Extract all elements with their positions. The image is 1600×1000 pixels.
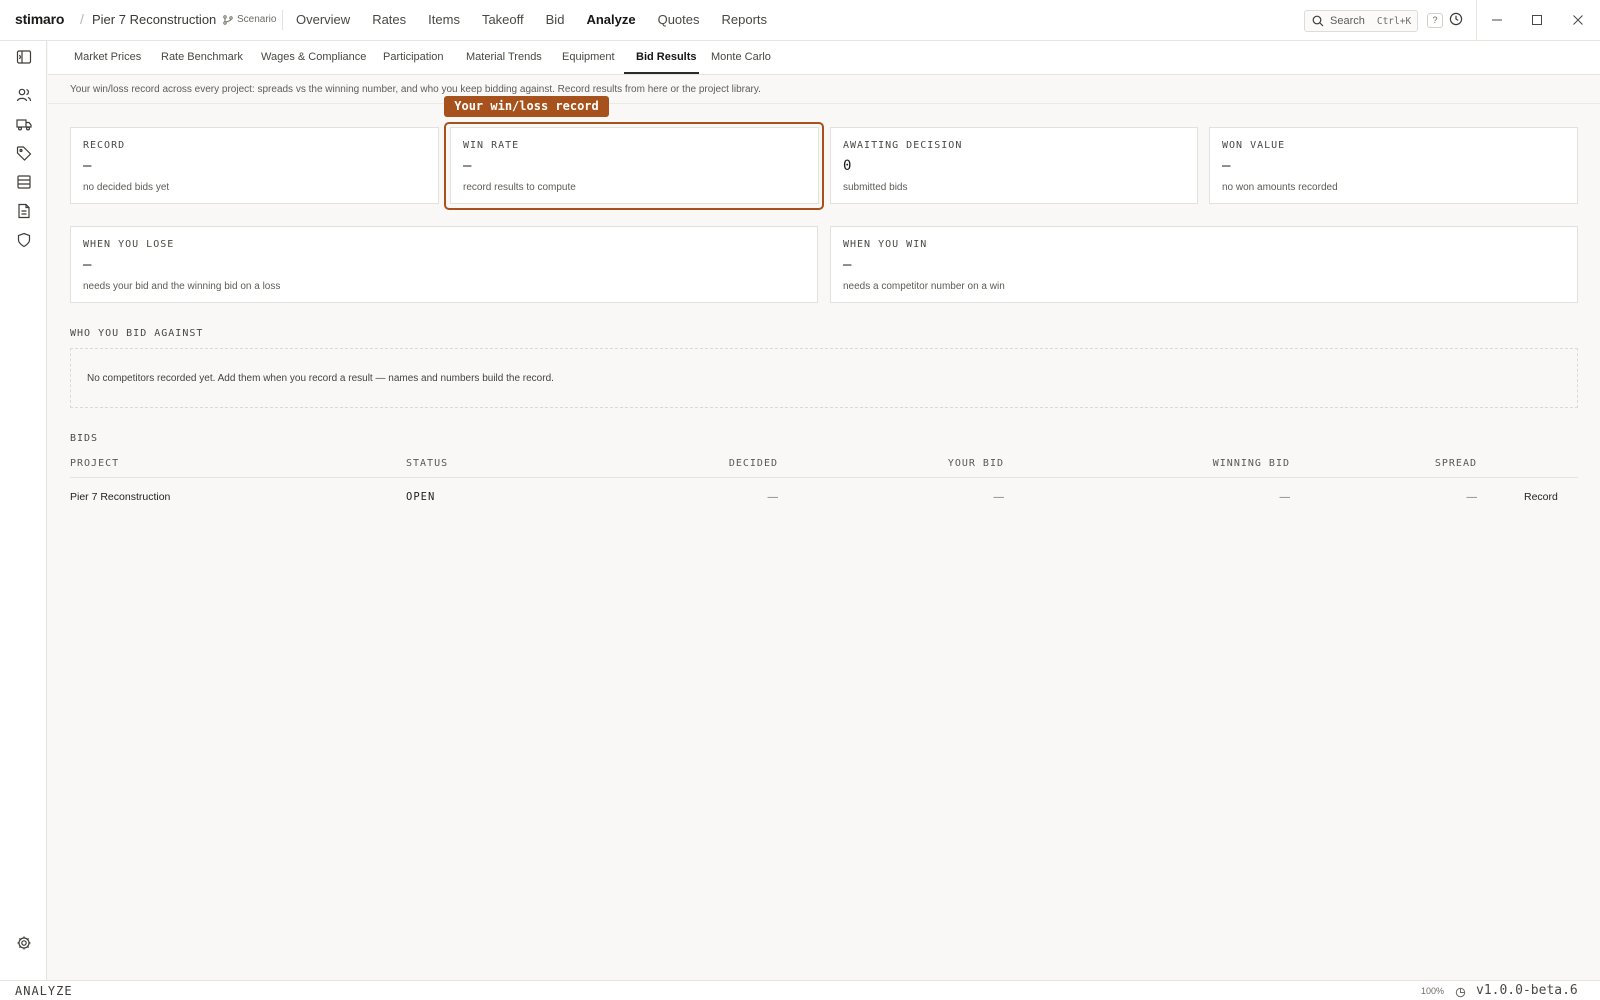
tab-market-prices[interactable]: Market Prices bbox=[74, 51, 141, 63]
nav-overview[interactable]: Overview bbox=[296, 12, 350, 27]
column-header-winning-bid[interactable]: WINNING BID bbox=[1170, 458, 1290, 469]
column-header-spread[interactable]: SPREAD bbox=[1380, 458, 1477, 469]
shield-icon[interactable] bbox=[15, 231, 33, 249]
stat-title: RECORD bbox=[83, 140, 126, 151]
mode-indicator: ANALYZE bbox=[15, 984, 73, 998]
truck-icon[interactable] bbox=[15, 115, 33, 133]
nav-reports[interactable]: Reports bbox=[722, 12, 768, 27]
spread-card-lose: WHEN YOU LOSE — needs your bid and the w… bbox=[70, 226, 818, 303]
title-bar: stimaro / Pier 7 Reconstruction Scenario… bbox=[0, 0, 1600, 41]
zoom-level[interactable]: 100% bbox=[1421, 986, 1444, 996]
sidebar-toggle-icon[interactable] bbox=[15, 48, 33, 66]
search-label: Search bbox=[1330, 15, 1365, 27]
column-header-project[interactable]: PROJECT bbox=[70, 458, 119, 469]
nav-rates[interactable]: Rates bbox=[372, 12, 406, 27]
breadcrumb-separator: / bbox=[80, 11, 84, 27]
column-header-your-bid[interactable]: YOUR BID bbox=[904, 458, 1004, 469]
stat-value: 0 bbox=[843, 158, 852, 174]
status-badge: OPEN bbox=[406, 491, 436, 503]
tab-bid-results[interactable]: Bid Results bbox=[636, 51, 697, 63]
help-button[interactable]: ? bbox=[1427, 13, 1443, 28]
divider bbox=[70, 477, 1578, 478]
tab-rate-benchmark[interactable]: Rate Benchmark bbox=[161, 51, 243, 63]
scenario-button[interactable]: Scenario bbox=[223, 14, 276, 25]
project-name[interactable]: Pier 7 Reconstruction bbox=[92, 12, 216, 27]
theme-toggle-icon[interactable] bbox=[1455, 985, 1466, 1000]
empty-message: No competitors recorded yet. Add them wh… bbox=[87, 373, 554, 384]
tour-callout: Your win/loss record bbox=[444, 96, 609, 117]
bids-heading: BIDS bbox=[70, 433, 99, 444]
cell-winning-bid: — bbox=[1279, 491, 1291, 503]
tag-icon[interactable] bbox=[15, 144, 33, 162]
nav-bid[interactable]: Bid bbox=[546, 12, 565, 27]
tab-material-trends[interactable]: Material Trends bbox=[466, 51, 542, 63]
column-header-status[interactable]: STATUS bbox=[406, 458, 448, 469]
stat-subtitle: submitted bids bbox=[843, 182, 908, 193]
cell-spread: — bbox=[1466, 491, 1478, 503]
cell-your-bid: — bbox=[993, 491, 1005, 503]
status-bar: ANALYZE 100% v1.0.0-beta.6 bbox=[0, 980, 1600, 1000]
stat-value: — bbox=[83, 158, 92, 174]
cell-decided: — bbox=[767, 491, 779, 503]
history-icon[interactable] bbox=[1449, 12, 1463, 31]
nav-quotes[interactable]: Quotes bbox=[658, 12, 700, 27]
nav-takeoff[interactable]: Takeoff bbox=[482, 12, 524, 27]
active-tab-indicator bbox=[624, 72, 699, 74]
spread-subtitle: needs a competitor number on a win bbox=[843, 281, 1005, 292]
app-logo[interactable]: stimaro bbox=[15, 11, 64, 27]
spread-title: WHEN YOU LOSE bbox=[83, 239, 175, 250]
competitors-empty-state: No competitors recorded yet. Add them wh… bbox=[70, 348, 1578, 408]
stat-card-won-value: WON VALUE — no won amounts recorded bbox=[1209, 127, 1578, 204]
column-header-decided[interactable]: DECIDED bbox=[680, 458, 778, 469]
search-icon bbox=[1312, 15, 1324, 27]
stat-title: AWAITING DECISION bbox=[843, 140, 963, 151]
scenario-label: Scenario bbox=[237, 14, 277, 25]
record-result-button[interactable]: Record bbox=[1524, 491, 1558, 503]
tab-monte-carlo[interactable]: Monte Carlo bbox=[711, 51, 771, 63]
competitors-heading: WHO YOU BID AGAINST bbox=[70, 328, 204, 339]
main-nav: Overview Rates Items Takeoff Bid Analyze… bbox=[296, 12, 789, 27]
gear-icon[interactable] bbox=[15, 934, 33, 952]
spread-card-win: WHEN YOU WIN — needs a competitor number… bbox=[830, 226, 1578, 303]
spread-value: — bbox=[843, 257, 852, 273]
stat-card-record: RECORD — no decided bids yet bbox=[70, 127, 439, 204]
divider bbox=[1476, 0, 1477, 41]
left-rail bbox=[0, 41, 47, 980]
nav-analyze[interactable]: Analyze bbox=[586, 12, 635, 27]
divider bbox=[48, 103, 1600, 104]
maximize-icon[interactable] bbox=[1529, 12, 1545, 28]
close-icon[interactable] bbox=[1570, 12, 1586, 28]
spread-subtitle: needs your bid and the winning bid on a … bbox=[83, 281, 281, 292]
stat-subtitle: no decided bids yet bbox=[83, 182, 170, 193]
analyze-subtabs: Market Prices Rate Benchmark Wages & Com… bbox=[48, 41, 1600, 75]
nav-items[interactable]: Items bbox=[428, 12, 460, 27]
branch-icon bbox=[223, 14, 233, 25]
app-version: v1.0.0-beta.6 bbox=[1476, 983, 1578, 998]
cell-project[interactable]: Pier 7 Reconstruction bbox=[70, 491, 170, 503]
spread-title: WHEN YOU WIN bbox=[843, 239, 928, 250]
page-description: Your win/loss record across every projec… bbox=[70, 84, 761, 95]
tab-wages-compliance[interactable]: Wages & Compliance bbox=[261, 51, 366, 63]
minimize-icon[interactable] bbox=[1489, 12, 1505, 28]
divider bbox=[282, 10, 283, 30]
search-button[interactable]: Search Ctrl+K bbox=[1304, 10, 1418, 32]
table-icon[interactable] bbox=[15, 173, 33, 191]
stat-value: — bbox=[1222, 158, 1231, 174]
tab-equipment[interactable]: Equipment bbox=[562, 51, 615, 63]
search-shortcut: Ctrl+K bbox=[1376, 15, 1412, 27]
stat-title: WON VALUE bbox=[1222, 140, 1286, 151]
stat-subtitle: no won amounts recorded bbox=[1222, 182, 1338, 193]
users-icon[interactable] bbox=[15, 86, 33, 104]
stat-card-awaiting-decision: AWAITING DECISION 0 submitted bids bbox=[830, 127, 1198, 204]
document-icon[interactable] bbox=[15, 202, 33, 220]
spread-value: — bbox=[83, 257, 92, 273]
tour-highlight bbox=[444, 122, 824, 210]
tab-participation[interactable]: Participation bbox=[383, 51, 444, 63]
